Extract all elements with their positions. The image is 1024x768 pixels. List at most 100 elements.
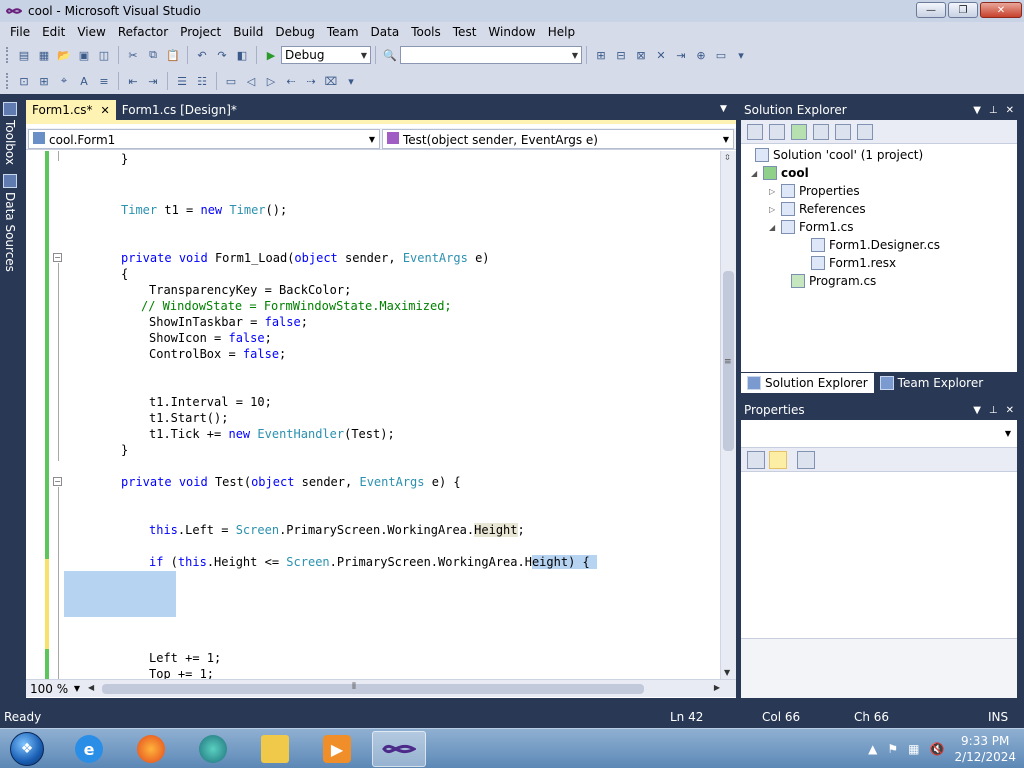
collapse-region-icon[interactable]: −	[53, 253, 62, 262]
toggle-bookmark-icon[interactable]: ▭	[223, 73, 239, 89]
scrollbar-thumb[interactable]	[102, 683, 644, 694]
taskbar-media-player[interactable]: ▶	[310, 731, 364, 767]
taskbar-internet-explorer[interactable]: e	[62, 731, 116, 767]
menu-file[interactable]: File	[4, 22, 36, 42]
tree-node-properties[interactable]: ▷ Properties	[769, 182, 860, 200]
view-code-icon[interactable]	[813, 123, 829, 140]
toolbar-options-icon[interactable]: ▾	[733, 47, 749, 63]
object-select[interactable]: ▼	[741, 420, 1017, 448]
expand-arrow-icon[interactable]: ▷	[769, 205, 781, 214]
display-parameter-info-icon[interactable]: ⊞	[36, 73, 52, 89]
next-bookmark-folder-icon[interactable]: ⇢	[303, 73, 319, 89]
vertical-scrollbar[interactable]: ⇳ ≡ ▼	[720, 151, 736, 679]
action-center-flag-icon[interactable]: ⚑	[887, 742, 898, 756]
menu-window[interactable]: Window	[482, 22, 541, 42]
scroll-left-icon[interactable]: ◀	[88, 683, 94, 692]
next-bookmark-icon[interactable]: ▷	[263, 73, 279, 89]
close-tab-icon[interactable]: ✕	[101, 104, 110, 117]
auto-hide-pin-icon[interactable]: ⊥	[989, 105, 998, 116]
tree-node-project[interactable]: ◢ cool	[751, 164, 809, 182]
taskbar-visual-studio[interactable]	[372, 731, 426, 767]
display-quick-info-icon[interactable]: ⌖	[56, 73, 72, 89]
show-hidden-icons-icon[interactable]: ▲	[868, 742, 877, 756]
extension-manager-icon[interactable]: ⊕	[693, 47, 709, 63]
increase-indent-icon[interactable]: ⇥	[145, 73, 161, 89]
data-sources-tab[interactable]: Data Sources	[1, 174, 19, 272]
close-pane-icon[interactable]: ✕	[1006, 105, 1014, 116]
taskbar-app[interactable]	[186, 731, 240, 767]
members-combo[interactable]: Test(object sender, EventArgs e) ▼	[382, 129, 734, 149]
menu-tools[interactable]: Tools	[405, 22, 447, 42]
collapse-arrow-icon[interactable]: ◢	[751, 169, 763, 178]
tab-form1-design[interactable]: Form1.cs [Design]*	[116, 100, 243, 120]
paste-icon[interactable]: 📋	[165, 47, 181, 63]
tree-node-program[interactable]: Program.cs	[791, 272, 876, 290]
toolbar-grip[interactable]	[6, 47, 10, 63]
split-handle-icon[interactable]: ⇳	[724, 153, 731, 162]
tree-node-form1[interactable]: ◢ Form1.cs	[769, 218, 854, 236]
auto-hide-pin-icon[interactable]: ⊥	[989, 405, 998, 416]
undo-icon[interactable]: ↶	[194, 47, 210, 63]
menu-test[interactable]: Test	[447, 22, 483, 42]
save-icon[interactable]: ▣	[76, 47, 92, 63]
menu-edit[interactable]: Edit	[36, 22, 71, 42]
tab-team-explorer[interactable]: Team Explorer	[874, 373, 990, 393]
menu-team[interactable]: Team	[321, 22, 365, 42]
other-windows-icon[interactable]: ▭	[713, 47, 729, 63]
alphabetical-icon[interactable]	[769, 450, 787, 469]
start-page-icon[interactable]: ⇥	[673, 47, 689, 63]
refresh-icon[interactable]	[791, 123, 807, 140]
redo-icon[interactable]: ↷	[214, 47, 230, 63]
clock[interactable]: 9:33 PM 2/12/2024	[954, 733, 1016, 765]
navigate-backward-icon[interactable]: ◧	[234, 47, 250, 63]
property-pages-icon[interactable]	[797, 450, 815, 469]
display-object-member-list-icon[interactable]: ⊡	[16, 73, 32, 89]
start-button[interactable]: ❖	[0, 731, 54, 767]
toolbox-tab[interactable]: Toolbox	[1, 102, 19, 165]
tab-solution-explorer[interactable]: Solution Explorer	[741, 373, 874, 393]
properties-icon[interactable]	[747, 123, 763, 140]
menu-build[interactable]: Build	[227, 22, 269, 42]
toolbar-grip[interactable]	[6, 73, 10, 89]
find-combo[interactable]: ▼	[400, 46, 582, 64]
add-item-icon[interactable]: ▦	[36, 47, 52, 63]
volume-muted-icon[interactable]: 🔇	[930, 742, 945, 756]
expand-arrow-icon[interactable]: ▷	[769, 187, 781, 196]
window-position-icon[interactable]: ▼	[973, 405, 981, 416]
copy-icon[interactable]: ⧉	[145, 47, 161, 63]
categorized-icon[interactable]	[747, 450, 765, 469]
tab-form1-cs[interactable]: Form1.cs* ✕	[26, 100, 116, 120]
new-project-icon[interactable]: ▤	[16, 47, 32, 63]
uncomment-icon[interactable]: ☷	[194, 73, 210, 89]
maximize-button[interactable]: ❐	[948, 2, 978, 18]
menu-debug[interactable]: Debug	[269, 22, 320, 42]
object-browser-icon[interactable]: ⊠	[633, 47, 649, 63]
collapse-region-icon[interactable]: −	[53, 477, 62, 486]
view-class-diagram-icon[interactable]	[857, 123, 873, 140]
types-combo[interactable]: cool.Form1 ▼	[28, 129, 380, 149]
network-icon[interactable]: ▦	[908, 742, 919, 756]
menu-view[interactable]: View	[71, 22, 111, 42]
zoom-select[interactable]: 100 % ▼	[26, 681, 84, 697]
active-files-dropdown-icon[interactable]: ▼	[720, 104, 727, 114]
indent-icon[interactable]: ≡	[96, 73, 112, 89]
view-designer-icon[interactable]	[835, 123, 851, 140]
close-button[interactable]: ✕	[980, 2, 1022, 18]
code-area[interactable]: − − } Timer t1 = new Timer(); private vo…	[26, 151, 720, 679]
save-all-icon[interactable]: ◫	[96, 47, 112, 63]
cut-icon[interactable]: ✂	[125, 47, 141, 63]
horizontal-scrollbar[interactable]: ◀ ⦀ ▶	[84, 682, 722, 696]
menu-help[interactable]: Help	[542, 22, 581, 42]
solution-configuration-select[interactable]: Debug ▼	[281, 46, 371, 64]
tree-node-form1-designer[interactable]: Form1.Designer.cs	[811, 236, 940, 254]
scroll-down-icon[interactable]: ▼	[724, 668, 730, 677]
solution-explorer-icon[interactable]: ⊞	[593, 47, 609, 63]
show-all-files-icon[interactable]	[769, 123, 785, 140]
previous-bookmark-icon[interactable]: ◁	[243, 73, 259, 89]
taskbar-explorer[interactable]	[248, 731, 302, 767]
toolbox-icon[interactable]: ✕	[653, 47, 669, 63]
open-file-icon[interactable]: 📂	[56, 47, 72, 63]
properties-window-icon[interactable]: ⊟	[613, 47, 629, 63]
start-debugging-icon[interactable]: ▶	[263, 47, 279, 63]
close-pane-icon[interactable]: ✕	[1006, 405, 1014, 416]
